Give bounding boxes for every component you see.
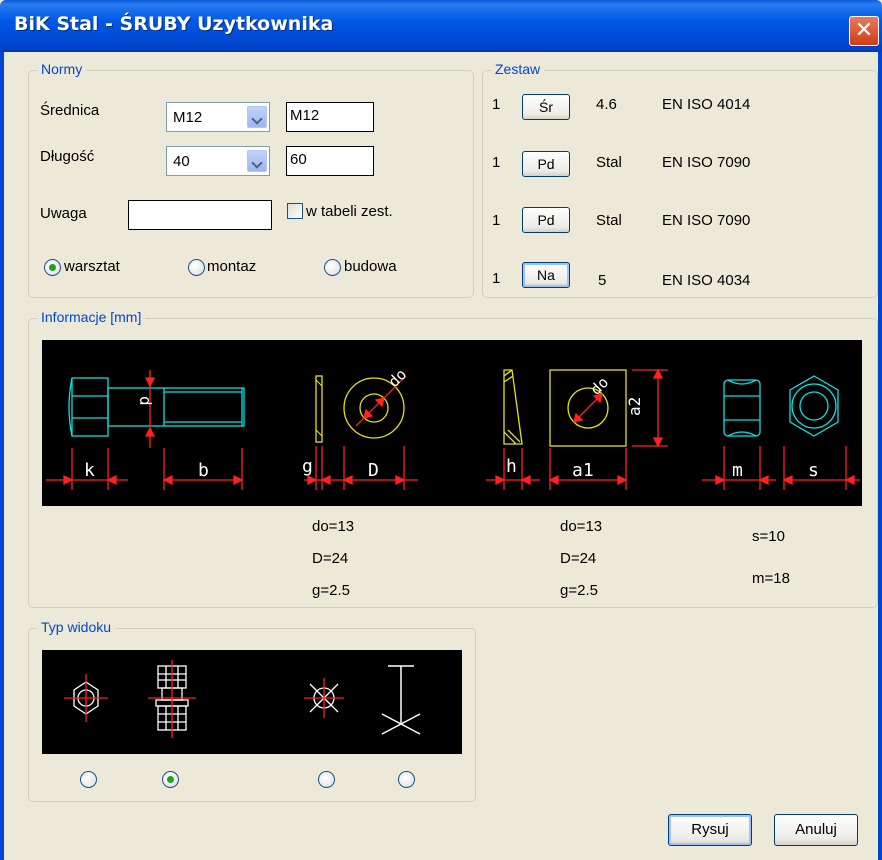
nut-s-label: s — [808, 460, 819, 481]
zestaw-legend: Zestaw — [491, 61, 545, 77]
zestaw-nakretka-button[interactable]: Na — [522, 262, 570, 288]
chevron-down-icon[interactable] — [247, 150, 267, 172]
zestaw-grade: 5 — [598, 272, 607, 289]
srednica-label: Średnica — [40, 102, 100, 119]
bolt-d-label: d — [136, 396, 155, 406]
washer2-a1-label: a1 — [572, 460, 594, 481]
washer2-g-value: g=2.5 — [560, 582, 598, 599]
window-frame-left — [0, 52, 4, 860]
view-type-radio-1[interactable] — [80, 771, 97, 788]
srednica-input[interactable]: M12 — [286, 102, 374, 132]
w-tabeli-checkbox[interactable] — [287, 203, 303, 219]
typ-widoku-legend: Typ widoku — [37, 619, 116, 635]
w-tabeli-label: w tabeli zest. — [306, 203, 393, 220]
zestaw-grade: Stal — [596, 154, 622, 171]
washer2-h-label: h — [506, 456, 517, 477]
close-button[interactable]: ✕ — [849, 16, 879, 46]
washer2-D-value: D=24 — [560, 550, 597, 567]
nut-m-label: m — [732, 460, 743, 481]
budowa-label: budowa — [344, 258, 397, 275]
zestaw-grade: Stal — [596, 212, 622, 229]
warsztat-label: warsztat — [64, 258, 120, 275]
bolt-k-label: k — [84, 460, 95, 481]
montaz-radio[interactable] — [188, 259, 205, 276]
bolt-b-label: b — [198, 460, 209, 481]
uwaga-input[interactable] — [128, 200, 272, 230]
washer1-do-label: do — [385, 365, 411, 391]
zestaw-qty: 1 — [492, 96, 501, 113]
washer1-g-label: g — [302, 456, 313, 477]
window-title: BiK Stal - ŚRUBY Uzytkownika — [14, 13, 334, 35]
zestaw-podkladka-button[interactable]: Pd — [522, 151, 570, 177]
budowa-radio[interactable] — [324, 259, 341, 276]
washer1-D-value: D=24 — [312, 550, 349, 567]
zestaw-norm: EN ISO 7090 — [662, 154, 751, 171]
view-type-drawing — [42, 650, 462, 754]
dlugosc-label: Długość — [40, 148, 95, 165]
montaz-label: montaz — [207, 258, 257, 275]
anuluj-button[interactable]: Anuluj — [774, 814, 858, 846]
normy-legend: Normy — [37, 61, 87, 77]
washer1-D-label: D — [368, 460, 379, 481]
washer2-do-label: do — [587, 373, 613, 399]
chevron-down-icon[interactable] — [247, 106, 267, 128]
nut-m-value: m=18 — [752, 570, 790, 587]
washer1-g-value: g=2.5 — [312, 582, 350, 599]
dlugosc-select[interactable]: 40 — [166, 146, 270, 176]
title-bar[interactable]: BiK Stal - ŚRUBY Uzytkownika ✕ — [0, 0, 882, 52]
view4-icon — [381, 665, 421, 735]
bolt-dimensions-drawing: d k b do g D do a2 h a1 m s — [42, 340, 862, 506]
zestaw-norm: EN ISO 7090 — [662, 212, 751, 229]
bolt-drawing — [68, 377, 245, 437]
view-type-radio-4[interactable] — [398, 771, 415, 788]
zestaw-qty: 1 — [492, 212, 501, 229]
zestaw-grade: 4.6 — [596, 96, 617, 113]
srednica-select-value: M12 — [173, 109, 203, 126]
window-frame-right — [878, 52, 882, 860]
dlugosc-input[interactable]: 60 — [286, 146, 374, 176]
washer2-a2-label: a2 — [625, 397, 644, 416]
washer2-do-value: do=13 — [560, 518, 603, 535]
zestaw-qty: 1 — [492, 270, 501, 287]
uwaga-label: Uwaga — [40, 205, 87, 222]
zestaw-norm: EN ISO 4034 — [662, 272, 751, 289]
view-type-radio-3[interactable] — [318, 771, 335, 788]
rysuj-button[interactable]: Rysuj — [668, 814, 752, 846]
nut-s-value: s=10 — [752, 528, 785, 545]
zestaw-qty: 1 — [492, 154, 501, 171]
zestaw-norm: EN ISO 4014 — [662, 96, 751, 113]
zestaw-sruba-button[interactable]: Śr — [522, 94, 570, 120]
dlugosc-select-value: 40 — [173, 153, 190, 170]
informacje-legend: Informacje [mm] — [37, 309, 146, 325]
zestaw-podkladka-button[interactable]: Pd — [522, 207, 570, 233]
washer1-do-value: do=13 — [312, 518, 355, 535]
view-type-radio-2[interactable] — [162, 771, 179, 788]
srednica-select[interactable]: M12 — [166, 102, 270, 132]
warsztat-radio[interactable] — [44, 259, 61, 276]
